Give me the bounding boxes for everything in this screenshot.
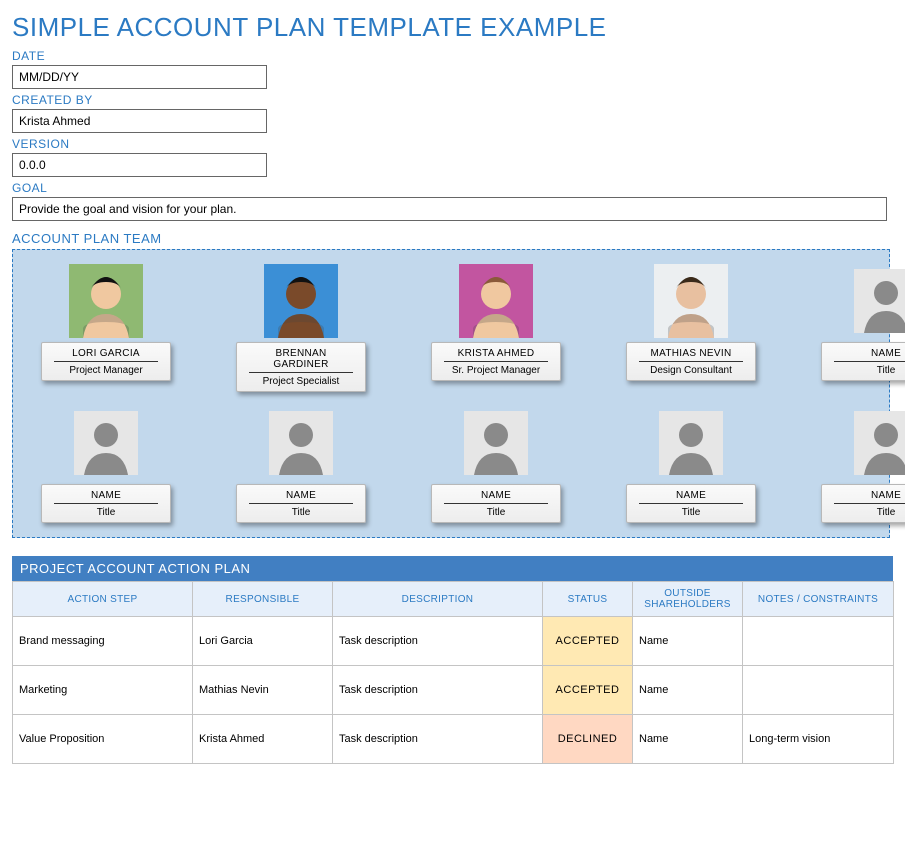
member-title: Sr. Project Manager — [436, 365, 556, 376]
team-member: NAME Title — [821, 264, 905, 392]
version-field[interactable]: 0.0.0 — [12, 153, 267, 177]
team-member: NAME Title — [431, 406, 561, 523]
action-plan-header: PROJECT ACCOUNT ACTION PLAN — [12, 556, 893, 581]
cell-shareholders: Name — [633, 617, 743, 666]
cell-responsible: Mathias Nevin — [193, 666, 333, 715]
avatar — [849, 264, 905, 338]
member-title: Project Manager — [46, 365, 166, 376]
cell-status: ACCEPTED — [543, 666, 633, 715]
cell-description: Task description — [333, 666, 543, 715]
team-member: LORI GARCIA Project Manager — [41, 264, 171, 392]
column-header: RESPONSIBLE — [193, 582, 333, 617]
page-title: SIMPLE ACCOUNT PLAN TEMPLATE EXAMPLE — [12, 12, 893, 43]
cell-status: DECLINED — [543, 715, 633, 764]
cell-responsible: Lori Garcia — [193, 617, 333, 666]
cell-shareholders: Name — [633, 666, 743, 715]
name-card: NAME Title — [821, 484, 905, 523]
name-card: NAME Title — [821, 342, 905, 381]
avatar — [264, 406, 338, 480]
cell-action-step: Brand messaging — [13, 617, 193, 666]
column-header: STATUS — [543, 582, 633, 617]
team-member: NAME Title — [236, 406, 366, 523]
avatar — [69, 406, 143, 480]
name-card: LORI GARCIA Project Manager — [41, 342, 171, 381]
member-title: Project Specialist — [241, 376, 361, 387]
version-label: VERSION — [12, 137, 893, 151]
date-label: DATE — [12, 49, 893, 63]
column-header: ACTION STEP — [13, 582, 193, 617]
avatar — [264, 264, 338, 338]
cell-responsible: Krista Ahmed — [193, 715, 333, 764]
team-member: NAME Title — [41, 406, 171, 523]
table-row: Marketing Mathias Nevin Task description… — [13, 666, 894, 715]
table-row: Brand messaging Lori Garcia Task descrip… — [13, 617, 894, 666]
member-name: KRISTA AHMED — [444, 348, 548, 362]
member-name: NAME — [249, 490, 353, 504]
column-header: NOTES / CONSTRAINTS — [743, 582, 894, 617]
goal-field[interactable]: Provide the goal and vision for your pla… — [12, 197, 887, 221]
date-field[interactable]: MM/DD/YY — [12, 65, 267, 89]
action-plan-table: ACTION STEPRESPONSIBLEDESCRIPTIONSTATUSO… — [12, 581, 894, 764]
team-member: KRISTA AHMED Sr. Project Manager — [431, 264, 561, 392]
name-card: BRENNAN GARDINER Project Specialist — [236, 342, 366, 392]
cell-shareholders: Name — [633, 715, 743, 764]
member-name: NAME — [834, 348, 905, 362]
avatar — [69, 264, 143, 338]
cell-notes — [743, 617, 894, 666]
name-card: NAME Title — [626, 484, 756, 523]
column-header: OUTSIDESHAREHOLDERS — [633, 582, 743, 617]
team-member: NAME Title — [821, 406, 905, 523]
cell-description: Task description — [333, 617, 543, 666]
team-member: NAME Title — [626, 406, 756, 523]
avatar — [459, 406, 533, 480]
column-header: DESCRIPTION — [333, 582, 543, 617]
member-title: Design Consultant — [631, 365, 751, 376]
cell-notes: Long-term vision — [743, 715, 894, 764]
cell-description: Task description — [333, 715, 543, 764]
member-name: NAME — [444, 490, 548, 504]
member-title: Title — [826, 365, 905, 376]
avatar — [654, 264, 728, 338]
cell-action-step: Value Proposition — [13, 715, 193, 764]
member-title: Title — [826, 507, 905, 518]
cell-action-step: Marketing — [13, 666, 193, 715]
team-member: BRENNAN GARDINER Project Specialist — [236, 264, 366, 392]
name-card: NAME Title — [236, 484, 366, 523]
member-name: BRENNAN GARDINER — [249, 348, 353, 373]
name-card: NAME Title — [431, 484, 561, 523]
member-name: NAME — [834, 490, 905, 504]
member-name: MATHIAS NEVIN — [639, 348, 743, 362]
member-title: Title — [241, 507, 361, 518]
team-section-label: ACCOUNT PLAN TEAM — [12, 231, 893, 246]
cell-status: ACCEPTED — [543, 617, 633, 666]
name-card: KRISTA AHMED Sr. Project Manager — [431, 342, 561, 381]
created-by-field[interactable]: Krista Ahmed — [12, 109, 267, 133]
goal-label: GOAL — [12, 181, 893, 195]
avatar — [459, 264, 533, 338]
member-title: Title — [631, 507, 751, 518]
created-by-label: CREATED BY — [12, 93, 893, 107]
table-row: Value Proposition Krista Ahmed Task desc… — [13, 715, 894, 764]
name-card: MATHIAS NEVIN Design Consultant — [626, 342, 756, 381]
member-title: Title — [46, 507, 166, 518]
member-name: NAME — [639, 490, 743, 504]
member-name: NAME — [54, 490, 158, 504]
name-card: NAME Title — [41, 484, 171, 523]
cell-notes — [743, 666, 894, 715]
avatar — [849, 406, 905, 480]
team-member: MATHIAS NEVIN Design Consultant — [626, 264, 756, 392]
member-name: LORI GARCIA — [54, 348, 158, 362]
avatar — [654, 406, 728, 480]
member-title: Title — [436, 507, 556, 518]
team-panel: LORI GARCIA Project Manager BRENNAN GARD… — [12, 249, 890, 538]
